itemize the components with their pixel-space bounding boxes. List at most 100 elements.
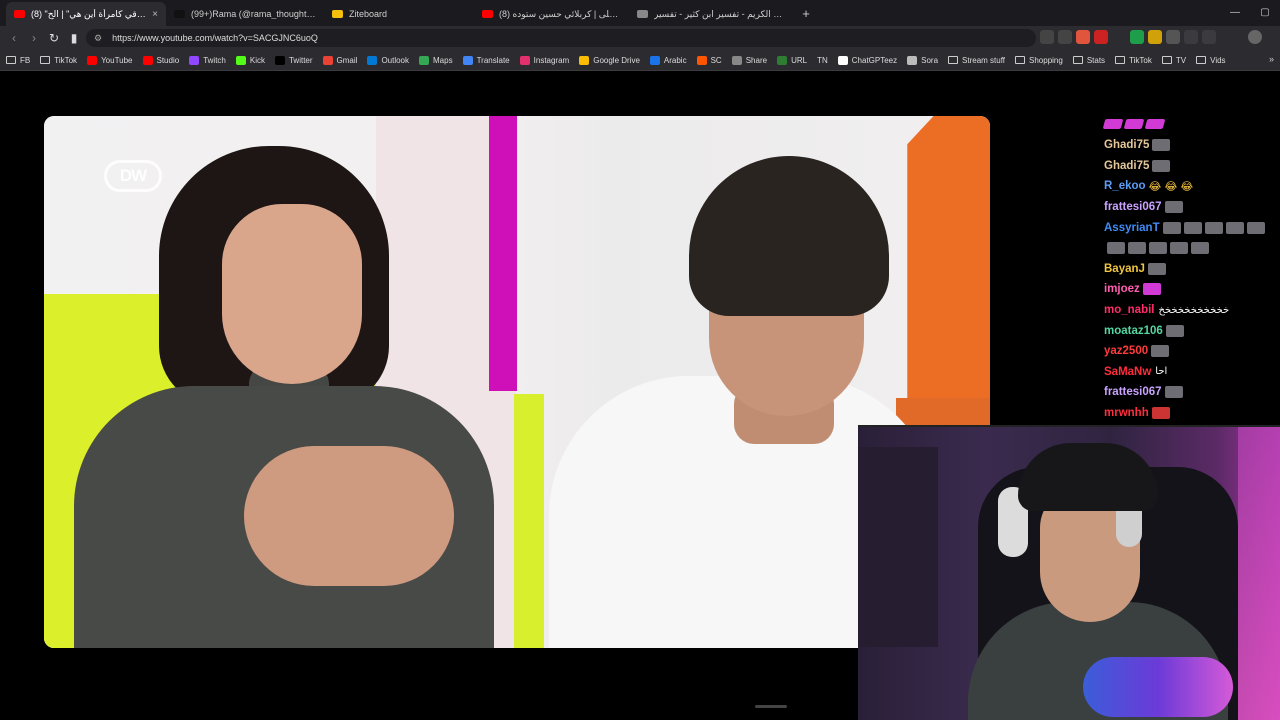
chat-message: frattesi067 bbox=[1104, 197, 1274, 218]
chat-message: BayanJ bbox=[1104, 259, 1274, 280]
bookmark-favicon-icon bbox=[837, 55, 848, 65]
bookmark-label: Google Drive bbox=[593, 55, 640, 65]
chat-message: R_ekoo 😂 😂 😂 bbox=[1104, 176, 1274, 197]
folder-icon bbox=[6, 56, 16, 64]
emote-icon bbox=[1164, 386, 1183, 399]
tab-3[interactable]: (8) ثبار على | كربلائي حسين ستوده |... bbox=[474, 2, 629, 26]
emote-icon bbox=[1147, 262, 1166, 275]
tab-title: (99+)Rama (@rama_thoughts) | TikT... bbox=[191, 9, 316, 19]
tab-2[interactable]: Ziteboard bbox=[324, 2, 474, 26]
bookmark-16[interactable]: URL bbox=[777, 55, 807, 65]
bookmark-label: Maps bbox=[433, 55, 453, 65]
video-player[interactable]: DW bbox=[44, 116, 990, 648]
bookmark-favicon-icon bbox=[579, 55, 590, 65]
tab-title: (8) ثبار على | كربلائي حسين ستوده |... bbox=[499, 8, 621, 19]
media-icon[interactable] bbox=[1230, 30, 1244, 44]
bookmarks-overflow-button[interactable]: » bbox=[1269, 54, 1274, 64]
scroll-indicator[interactable] bbox=[755, 705, 787, 708]
bookmark-label: Studio bbox=[156, 55, 180, 65]
emote-icon bbox=[1246, 221, 1265, 234]
emote-icon bbox=[1162, 221, 1181, 234]
folder-icon bbox=[40, 56, 51, 64]
avatar[interactable] bbox=[1248, 30, 1262, 44]
address-bar[interactable]: ⚙ https://www.youtube.com/watch?v=SACGJN… bbox=[86, 29, 1036, 47]
window-controls: — ▢ bbox=[1220, 0, 1280, 26]
chat-username: Ghadi75 bbox=[1104, 159, 1150, 172]
forward-arrow-icon[interactable]: › bbox=[24, 31, 44, 45]
bookmark-favicon-icon bbox=[87, 55, 98, 65]
folder-icon bbox=[1072, 56, 1083, 64]
microphone-icon bbox=[1083, 657, 1233, 717]
bookmark-6[interactable]: Twitter bbox=[274, 55, 313, 65]
emote-icon bbox=[1107, 242, 1125, 255]
bookmark-4[interactable]: Twitch bbox=[189, 55, 226, 65]
bookmark-11[interactable]: Instagram bbox=[519, 55, 569, 65]
bookmark-7[interactable]: Gmail bbox=[322, 55, 357, 65]
bookmark-label: Stats bbox=[1086, 55, 1106, 65]
extension-translate-icon[interactable] bbox=[1112, 30, 1126, 44]
extension-yellow-icon[interactable] bbox=[1148, 30, 1162, 44]
bookmark-2[interactable]: YouTube bbox=[87, 55, 133, 65]
chat-username: moataz106 bbox=[1104, 324, 1163, 337]
tab-1[interactable]: (99+)Rama (@rama_thoughts) | TikT... bbox=[166, 2, 324, 26]
bookmark-8[interactable]: Outlook bbox=[367, 55, 409, 65]
bookmark-24[interactable]: TV bbox=[1161, 56, 1186, 65]
bookmark-25[interactable]: Vids bbox=[1196, 56, 1226, 65]
bookmark-label: ChatGPTeez bbox=[851, 55, 898, 65]
tab-4[interactable]: القرآن الكريم - تفسير ابن كثير - تفسير..… bbox=[629, 2, 794, 26]
emote-icon bbox=[1204, 221, 1223, 234]
reload-icon[interactable]: ↻ bbox=[44, 31, 64, 45]
emote-icon bbox=[1170, 242, 1188, 255]
bookmark-15[interactable]: Share bbox=[731, 55, 767, 65]
chat-username: yaz2500 bbox=[1104, 345, 1149, 358]
extension-gray-icon[interactable] bbox=[1166, 30, 1180, 44]
emote-icon bbox=[1149, 242, 1167, 255]
bookmark-icon[interactable]: ▮ bbox=[64, 31, 84, 45]
maximize-button[interactable]: ▢ bbox=[1250, 0, 1280, 26]
chat-username: R_ekoo bbox=[1104, 180, 1146, 193]
site-info-icon[interactable]: ⚙ bbox=[94, 33, 102, 44]
chat-username: mrwnhh bbox=[1104, 407, 1149, 420]
bookmark-label: Twitter bbox=[288, 55, 313, 65]
bookmark-17[interactable]: TN bbox=[817, 56, 828, 65]
minimize-button[interactable]: — bbox=[1220, 0, 1250, 26]
bookmark-1[interactable]: TikTok bbox=[40, 56, 77, 65]
bookmark-19[interactable]: Sora bbox=[907, 55, 938, 65]
bookmark-20[interactable]: Stream stuff bbox=[948, 56, 1005, 65]
bookmark-favicon-icon bbox=[777, 55, 788, 65]
tab-0[interactable]: (8) "حقوقي كامرأة أين هي" | الح... × bbox=[6, 2, 166, 26]
chat-message: mrwnhh bbox=[1104, 403, 1274, 424]
bookmark-12[interactable]: Google Drive bbox=[579, 55, 640, 65]
sidebar-icon[interactable] bbox=[1202, 30, 1216, 44]
back-arrow-icon[interactable]: ‹ bbox=[4, 31, 24, 45]
folder-icon bbox=[948, 56, 959, 64]
bookmark-22[interactable]: Stats bbox=[1072, 55, 1106, 65]
bookmark-3[interactable]: Studio bbox=[142, 55, 180, 65]
bookmark-0[interactable]: FB bbox=[6, 56, 30, 65]
close-tab-icon[interactable]: × bbox=[152, 9, 158, 20]
extension-green-icon[interactable] bbox=[1130, 30, 1144, 44]
tab-favicon-icon bbox=[482, 10, 493, 18]
cast-icon[interactable] bbox=[1040, 30, 1054, 44]
browser-toolbar: ‹ › ↻ ▮ ⚙ https://www.youtube.com/watch?… bbox=[0, 26, 1280, 50]
bookmark-23[interactable]: TikTok bbox=[1115, 56, 1152, 65]
folder-icon bbox=[1015, 56, 1026, 64]
rewards-icon[interactable] bbox=[1094, 30, 1108, 44]
bookmark-9[interactable]: Maps bbox=[419, 55, 453, 65]
extension-icons bbox=[1040, 30, 1262, 44]
bookmark-favicon-icon bbox=[142, 55, 153, 65]
bookmark-13[interactable]: Arabic bbox=[649, 55, 687, 65]
bookmark-21[interactable]: Shopping bbox=[1015, 56, 1063, 65]
bookmark-14[interactable]: SC bbox=[696, 55, 722, 65]
folder-icon bbox=[1196, 56, 1207, 64]
puzzle-icon[interactable] bbox=[1184, 30, 1198, 44]
bookmark-10[interactable]: Translate bbox=[462, 55, 510, 65]
bookmark-label: TikTok bbox=[54, 55, 78, 65]
brave-shield-icon[interactable] bbox=[1076, 30, 1090, 44]
bookmark-5[interactable]: Kick bbox=[235, 55, 265, 65]
bookmark-18[interactable]: ChatGPTeez bbox=[837, 55, 898, 65]
new-tab-button[interactable]: + bbox=[794, 2, 818, 26]
share-icon[interactable] bbox=[1058, 30, 1072, 44]
chat-username: SaMaNw bbox=[1104, 365, 1152, 378]
bookmark-label: Stream stuff bbox=[962, 55, 1006, 65]
